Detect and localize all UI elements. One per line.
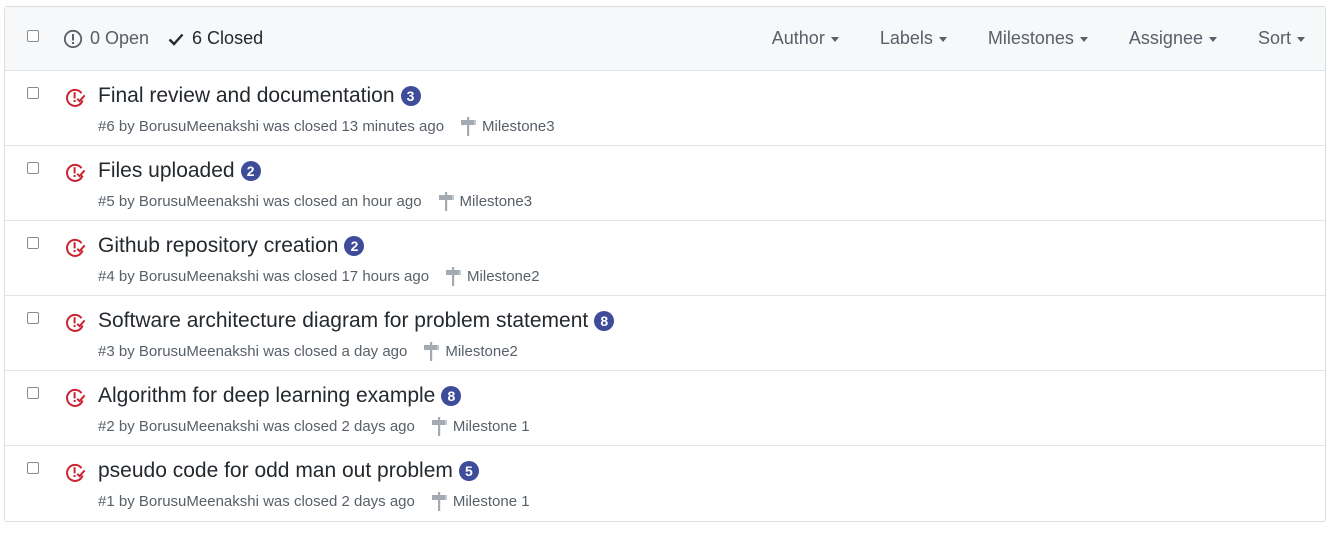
milestone-name: Milestone3 xyxy=(482,117,555,135)
issue-meta-text: #3 by BorusuMeenakshi was closed a day a… xyxy=(98,342,408,360)
issue-closed-icon xyxy=(66,238,86,257)
milestone-icon xyxy=(431,492,447,511)
issue-checkbox[interactable] xyxy=(27,162,39,174)
sort-label: Sort xyxy=(1257,28,1291,48)
closed-count-label: 6 Closed xyxy=(192,28,264,48)
issue-checkbox[interactable] xyxy=(27,462,39,474)
issue-meta: #2 by BorusuMeenakshi was closed 2 days … xyxy=(98,415,530,437)
issue-checkbox[interactable] xyxy=(27,387,39,399)
issue-title-link[interactable]: Final review and documentation xyxy=(98,84,395,108)
open-count-label: 0 Open xyxy=(90,28,150,48)
issue-meta-text: #4 by BorusuMeenakshi was closed 17 hour… xyxy=(98,267,430,285)
author-filter-label: Author xyxy=(771,28,825,48)
milestone-link[interactable]: Milestone3 xyxy=(438,190,533,212)
issue-closed-icon xyxy=(66,388,86,407)
comment-count-badge[interactable]: 8 xyxy=(594,311,615,331)
issue-meta-text: #5 by BorusuMeenakshi was closed an hour… xyxy=(98,192,422,210)
issue-meta: #3 by BorusuMeenakshi was closed a day a… xyxy=(98,340,518,362)
issue-meta: #5 by BorusuMeenakshi was closed an hour… xyxy=(98,190,532,212)
issue-closed-icon xyxy=(66,313,86,332)
milestone-name: Milestone2 xyxy=(445,342,518,360)
issue-title-line: Software architecture diagram for proble… xyxy=(98,309,615,333)
issue-title-link[interactable]: Software architecture diagram for proble… xyxy=(98,309,588,333)
assignee-filter-label: Assignee xyxy=(1128,28,1203,48)
issues-list-header: 0 Open 6 Closed Author Labels Milestones xyxy=(5,7,1325,71)
issue-title-line: pseudo code for odd man out problem 5 xyxy=(98,459,479,483)
issue-meta: #6 by BorusuMeenakshi was closed 13 minu… xyxy=(98,115,555,137)
caret-down-icon xyxy=(1208,37,1217,42)
issue-checkbox[interactable] xyxy=(27,237,39,249)
issue-state-filter: 0 Open 6 Closed xyxy=(63,7,281,70)
milestone-icon xyxy=(438,192,454,211)
filter-toolbar: Author Labels Milestones Assignee Sort xyxy=(772,7,1305,70)
comment-count-badge[interactable]: 2 xyxy=(240,161,261,181)
comment-count-badge[interactable]: 5 xyxy=(458,461,479,481)
closed-issues-tab[interactable]: 6 Closed xyxy=(167,28,263,49)
open-issues-tab[interactable]: 0 Open xyxy=(63,28,149,49)
comment-count-badge[interactable]: 2 xyxy=(344,236,365,256)
issue-row: Final review and documentation 3 #6 by B… xyxy=(5,71,1325,146)
issue-title-link[interactable]: Files uploaded xyxy=(98,159,235,183)
milestone-link[interactable]: Milestone 1 xyxy=(431,415,530,437)
issue-title-link[interactable]: pseudo code for odd man out problem xyxy=(98,459,453,483)
labels-filter-dropdown[interactable]: Labels xyxy=(880,28,947,49)
issue-meta-text: #6 by BorusuMeenakshi was closed 13 minu… xyxy=(98,117,445,135)
issue-meta-text: #2 by BorusuMeenakshi was closed 2 days … xyxy=(98,417,415,435)
sort-dropdown[interactable]: Sort xyxy=(1258,28,1305,49)
issue-row: pseudo code for odd man out problem 5 #1… xyxy=(5,446,1325,521)
milestone-icon xyxy=(431,417,447,436)
comment-count-badge[interactable]: 3 xyxy=(400,86,421,106)
caret-down-icon xyxy=(830,37,839,42)
milestone-link[interactable]: Milestone2 xyxy=(445,265,540,287)
issue-meta: #4 by BorusuMeenakshi was closed 17 hour… xyxy=(98,265,540,287)
issue-title-line: Files uploaded 2 xyxy=(98,159,261,183)
issues-list-box: 0 Open 6 Closed Author Labels Milestones xyxy=(4,6,1326,522)
issue-closed-icon xyxy=(66,463,86,482)
issue-title-line: Algorithm for deep learning example 8 xyxy=(98,384,462,408)
milestone-icon xyxy=(446,267,462,286)
milestone-name: Milestone 1 xyxy=(452,492,530,510)
issue-title-line: Final review and documentation 3 xyxy=(98,84,421,108)
issue-closed-icon xyxy=(66,163,86,182)
issue-row: Algorithm for deep learning example 8 #2… xyxy=(5,371,1325,446)
caret-down-icon xyxy=(1297,37,1305,42)
comment-count-badge[interactable]: 8 xyxy=(441,386,462,406)
issue-title-line: Github repository creation 2 xyxy=(98,234,365,258)
milestone-name: Milestone 1 xyxy=(452,417,530,435)
issue-meta-text: #1 by BorusuMeenakshi was closed 2 days … xyxy=(98,492,415,510)
labels-filter-label: Labels xyxy=(879,28,933,48)
caret-down-icon xyxy=(938,37,947,42)
author-filter-dropdown[interactable]: Author xyxy=(772,28,839,49)
check-icon xyxy=(168,33,184,46)
issue-checkbox[interactable] xyxy=(27,87,39,99)
issues-list: Final review and documentation 3 #6 by B… xyxy=(5,71,1325,521)
issue-row: Files uploaded 2 #5 by BorusuMeenakshi w… xyxy=(5,146,1325,221)
caret-down-icon xyxy=(1079,37,1088,42)
milestone-link[interactable]: Milestone3 xyxy=(460,115,555,137)
select-all-checkbox[interactable] xyxy=(27,30,39,42)
issue-opened-icon xyxy=(63,29,83,48)
milestone-link[interactable]: Milestone 1 xyxy=(431,490,530,512)
milestone-name: Milestone2 xyxy=(467,267,540,285)
milestone-name: Milestone3 xyxy=(459,192,533,210)
issue-row: Github repository creation 2 #4 by Borus… xyxy=(5,221,1325,296)
issue-title-link[interactable]: Github repository creation xyxy=(98,234,338,258)
issue-row: Software architecture diagram for proble… xyxy=(5,296,1325,371)
milestone-link[interactable]: Milestone2 xyxy=(423,340,518,362)
milestones-filter-label: Milestones xyxy=(987,28,1074,48)
assignee-filter-dropdown[interactable]: Assignee xyxy=(1129,28,1217,49)
milestone-icon xyxy=(461,117,477,136)
issue-meta: #1 by BorusuMeenakshi was closed 2 days … xyxy=(98,490,530,512)
milestone-icon xyxy=(424,342,440,361)
issue-closed-icon xyxy=(66,88,86,107)
issue-checkbox[interactable] xyxy=(27,312,39,324)
issue-title-link[interactable]: Algorithm for deep learning example xyxy=(98,384,435,408)
milestones-filter-dropdown[interactable]: Milestones xyxy=(988,28,1088,49)
